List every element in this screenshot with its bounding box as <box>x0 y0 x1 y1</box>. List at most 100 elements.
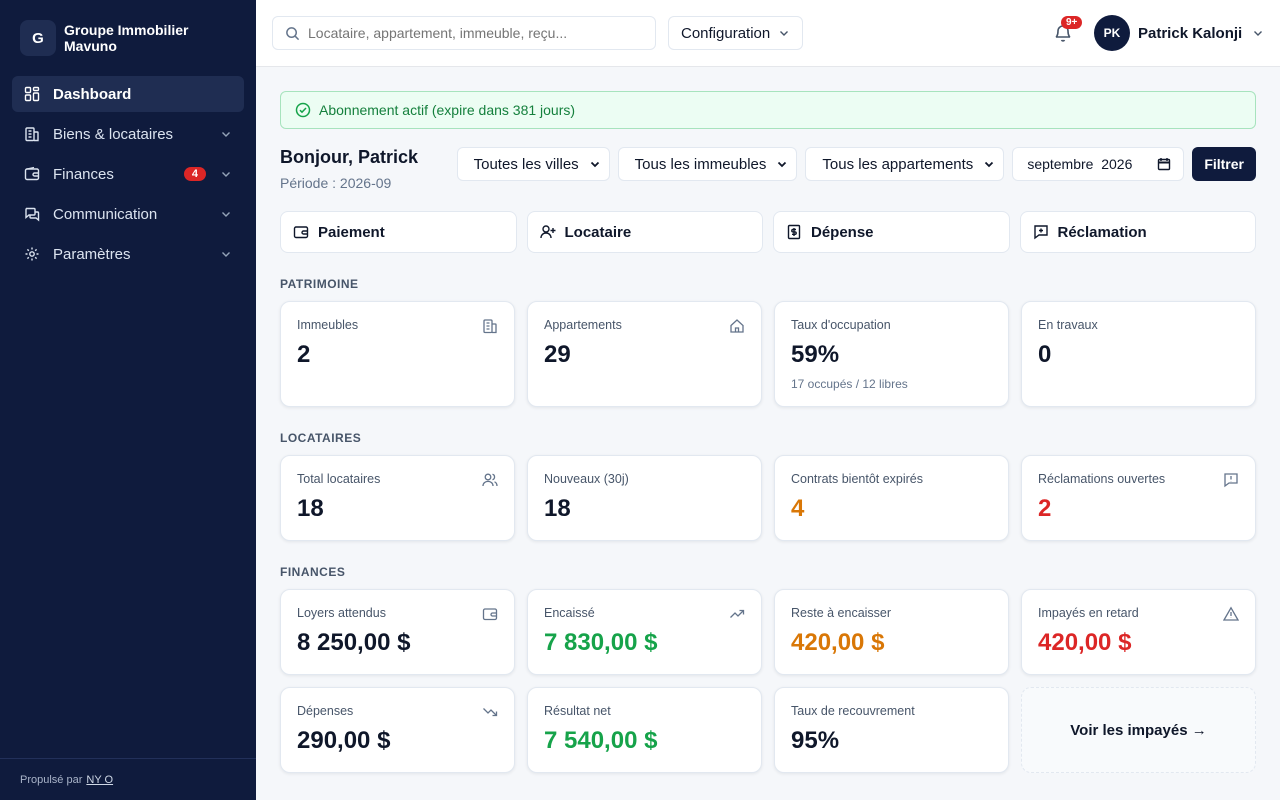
stat-card-nouveaux[interactable]: Nouveaux (30j) 18 <box>527 455 762 541</box>
building-select[interactable]: Tous les immeubles <box>617 147 798 181</box>
chevron-down-icon <box>983 158 995 170</box>
calendar-icon[interactable] <box>1157 157 1171 171</box>
alert-text: Abonnement actif (expire dans 381 jours) <box>319 102 576 118</box>
sidebar-item-biens[interactable]: Biens & locataires <box>12 116 244 152</box>
filters: Toutes les villes Tous les immeubles Tou… <box>456 147 1256 181</box>
month-input[interactable]: septembre 2026 <box>1012 147 1185 181</box>
quick-action-reclamation[interactable]: Réclamation <box>1019 211 1256 253</box>
city-select[interactable]: Toutes les villes <box>456 147 610 181</box>
search-box[interactable] <box>272 16 656 50</box>
card-value: 29 <box>544 341 571 368</box>
finances-cards-row1: Loyers attendus 8 250,00 $ Encaissé 7 83… <box>280 589 1256 675</box>
topbar: Configuration 9+ PK Patrick Kalonji <box>256 0 1280 67</box>
chevron-down-icon <box>220 208 232 220</box>
sidebar: G Groupe Immobilier Mavuno Dashboard Bie… <box>0 0 256 800</box>
apartment-select[interactable]: Tous les appartements <box>805 147 1005 181</box>
stat-card-impayes[interactable]: Impayés en retard 420,00 $ <box>1021 589 1256 675</box>
stat-card-contrats-expires[interactable]: Contrats bientôt expirés 4 <box>774 455 1009 541</box>
period-label: Période : 2026-09 <box>280 175 392 191</box>
search-input[interactable] <box>308 25 638 41</box>
quick-actions: Paiement Locataire Dépense Réclamation <box>280 211 1256 253</box>
card-label: Taux de recouvrement <box>791 704 915 718</box>
building-select-value: Tous les immeubles <box>634 155 767 173</box>
subscription-alert: Abonnement actif (expire dans 381 jours) <box>280 91 1256 129</box>
card-value: 8 250,00 $ <box>297 629 411 656</box>
user-plus-icon <box>539 224 556 240</box>
card-label: Impayés en retard <box>1038 606 1139 620</box>
search-icon <box>285 26 300 41</box>
chevron-down-icon <box>776 158 788 170</box>
stat-card-depenses[interactable]: Dépenses 290,00 $ <box>280 687 515 773</box>
card-label: Réclamations ouvertes <box>1038 472 1166 486</box>
chevron-down-icon <box>220 248 232 260</box>
sidebar-item-label: Dashboard <box>53 85 132 103</box>
quick-action-paiement[interactable]: Paiement <box>280 211 517 253</box>
finances-cards-row2: Dépenses 290,00 $ Résultat net 7 540,00 … <box>280 687 1256 773</box>
wallet-icon <box>293 224 309 240</box>
card-label: Dépenses <box>297 704 354 718</box>
stat-card-resultat-net[interactable]: Résultat net 7 540,00 $ <box>527 687 762 773</box>
sidebar-nav: Dashboard Biens & locataires Finances 4 <box>0 76 256 272</box>
configuration-dropdown[interactable]: Configuration <box>668 16 804 50</box>
quick-action-depense[interactable]: Dépense <box>773 211 1010 253</box>
stat-card-en-travaux[interactable]: En travaux 0 <box>1021 301 1256 407</box>
stat-card-reste-a-encaisser[interactable]: Reste à encaisser 420,00 $ <box>774 589 1009 675</box>
notification-badge: 9+ <box>1061 16 1083 29</box>
card-value: 59% <box>791 341 840 368</box>
card-value: 2 <box>297 341 311 368</box>
avatar: PK <box>1094 15 1130 51</box>
card-value: 290,00 $ <box>297 727 391 754</box>
quick-action-label: Locataire <box>564 223 632 241</box>
quick-action-label: Paiement <box>318 223 385 241</box>
home-icon <box>729 318 745 334</box>
card-label: Nouveaux (30j) <box>544 472 629 486</box>
greeting-row: Bonjour, Patrick Période : 2026-09 Toute… <box>280 147 1256 209</box>
filter-button[interactable]: Filtrer <box>1192 147 1256 181</box>
stat-card-reclamations[interactable]: Réclamations ouvertes 2 <box>1021 455 1256 541</box>
footer-link[interactable]: NY O <box>86 774 113 786</box>
voir-impayes-link[interactable]: Voir les impayés → <box>1021 687 1256 773</box>
trend-up-icon <box>729 606 745 622</box>
user-menu[interactable]: PK Patrick Kalonji <box>1094 15 1264 51</box>
trend-down-icon <box>482 704 498 720</box>
stat-card-taux-recouvrement[interactable]: Taux de recouvrement 95% <box>774 687 1009 773</box>
card-value: 4 <box>791 495 805 522</box>
sidebar-item-parametres[interactable]: Paramètres <box>12 236 244 272</box>
quick-action-locataire[interactable]: Locataire <box>526 211 763 253</box>
sidebar-item-label: Paramètres <box>53 245 131 263</box>
card-label: Résultat net <box>544 704 611 718</box>
brand[interactable]: G Groupe Immobilier Mavuno <box>0 0 256 76</box>
patrimoine-cards: Immeubles 2 Appartements 29 Taux d'occup… <box>280 301 1256 407</box>
message-plus-icon <box>1033 224 1049 240</box>
sidebar-item-finances[interactable]: Finances 4 <box>12 156 244 192</box>
quick-action-label: Dépense <box>811 223 874 241</box>
stat-card-loyers-attendus[interactable]: Loyers attendus 8 250,00 $ <box>280 589 515 675</box>
wallet-icon <box>482 606 498 622</box>
gear-icon <box>24 246 40 262</box>
card-label: Appartements <box>544 318 622 332</box>
stat-card-taux-occupation[interactable]: Taux d'occupation 59% 17 occupés / 12 li… <box>774 301 1009 407</box>
card-value: 420,00 $ <box>1038 629 1132 656</box>
stat-card-appartements[interactable]: Appartements 29 <box>527 301 762 407</box>
configuration-label: Configuration <box>681 24 771 42</box>
locataires-cards: Total locataires 18 Nouveaux (30j) 18 Co… <box>280 455 1256 541</box>
card-label: Total locataires <box>297 472 381 486</box>
sidebar-item-dashboard[interactable]: Dashboard <box>12 76 244 112</box>
card-value: 95% <box>791 727 840 754</box>
card-value: 7 540,00 $ <box>544 727 658 754</box>
card-label: Immeubles <box>297 318 359 332</box>
month-input-value: septembre 2026 <box>1027 156 1133 172</box>
stat-card-encaisse[interactable]: Encaissé 7 830,00 $ <box>527 589 762 675</box>
section-title-patrimoine: PATRIMOINE <box>280 277 359 291</box>
user-name: Patrick Kalonji <box>1138 24 1243 42</box>
stat-card-total-locataires[interactable]: Total locataires 18 <box>280 455 515 541</box>
sidebar-item-communication[interactable]: Communication <box>12 196 244 232</box>
chevron-down-icon <box>589 158 601 170</box>
stat-card-immeubles[interactable]: Immeubles 2 <box>280 301 515 407</box>
card-value: 7 830,00 $ <box>544 629 658 656</box>
section-title-finances: FINANCES <box>280 565 346 579</box>
card-value: 18 <box>544 495 571 522</box>
card-subtext: 17 occupés / 12 libres <box>791 377 908 391</box>
card-label: Contrats bientôt expirés <box>791 472 924 486</box>
building-icon <box>482 318 498 334</box>
